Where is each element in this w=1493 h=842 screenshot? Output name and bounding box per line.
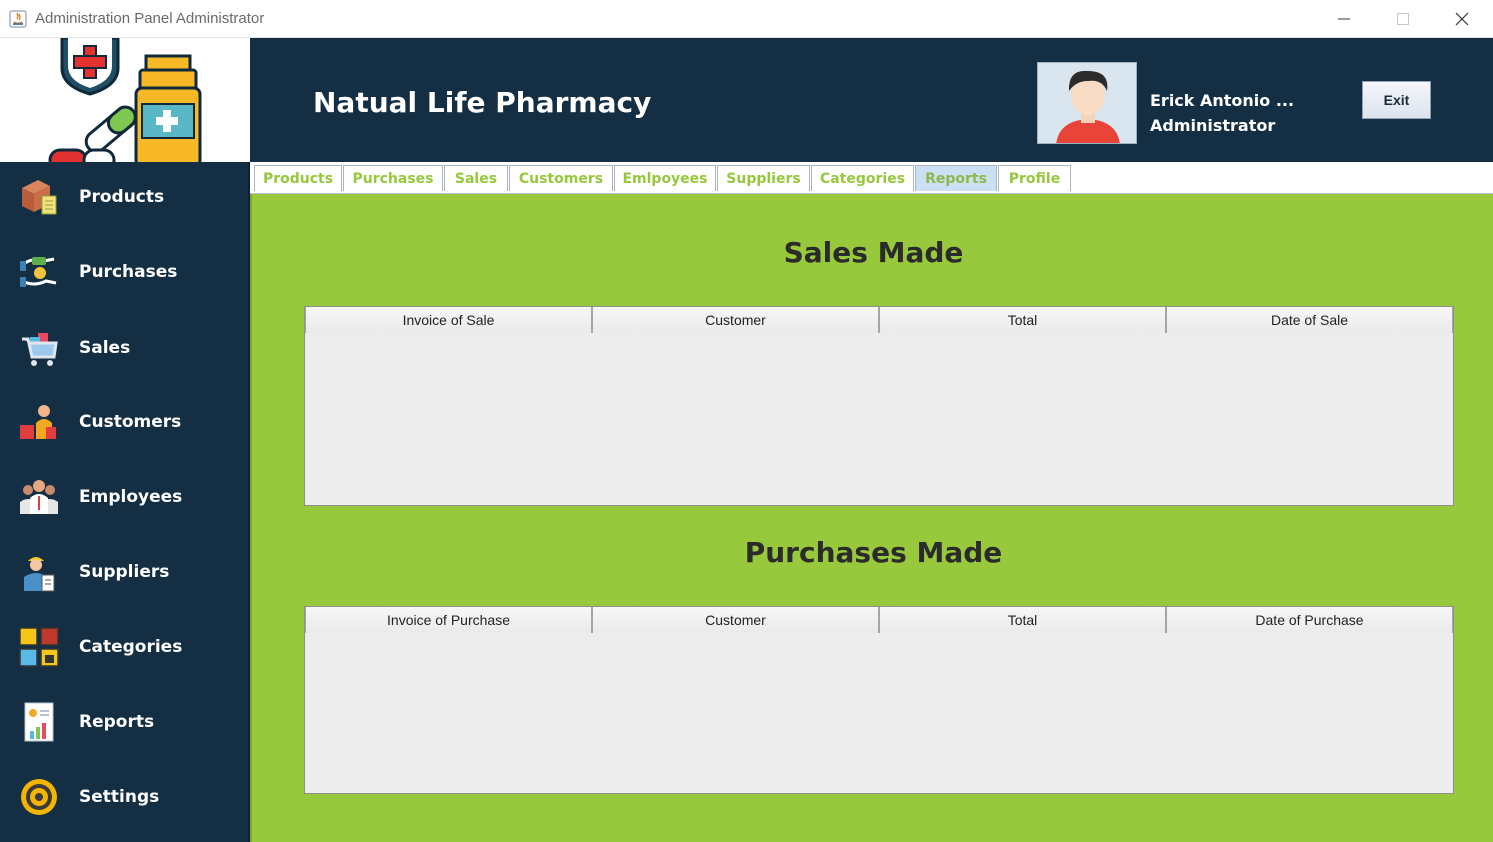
- shopping-cart-icon: [18, 327, 60, 369]
- sidebar-item-sales[interactable]: Sales: [0, 310, 250, 385]
- tab-sales[interactable]: Sales: [444, 165, 508, 191]
- close-icon[interactable]: [1433, 0, 1491, 38]
- categories-icon: [18, 626, 60, 668]
- tab-bar: Products Purchases Sales Customers Emlpo…: [250, 162, 1493, 194]
- sidebar-item-label: Settings: [79, 786, 160, 807]
- sidebar-item-reports[interactable]: Reports: [0, 684, 250, 759]
- tab-categories[interactable]: Categories: [811, 165, 914, 191]
- purchases-table-body[interactable]: [305, 633, 1453, 793]
- app-header: Natual Life Pharmacy Erick Antonio ... A…: [250, 38, 1493, 162]
- gear-icon: [18, 776, 60, 818]
- sales-section-title: Sales Made: [783, 236, 964, 269]
- column-header[interactable]: Total: [879, 607, 1166, 633]
- column-header[interactable]: Date of Sale: [1166, 307, 1453, 333]
- purchases-section-title: Purchases Made: [744, 536, 1003, 569]
- maximize-icon[interactable]: [1374, 0, 1432, 38]
- sales-table[interactable]: Invoice of Sale Customer Total Date of S…: [304, 306, 1454, 506]
- column-header[interactable]: Total: [879, 307, 1166, 333]
- user-name: Erick Antonio ...: [1150, 91, 1295, 110]
- avatar: [1037, 62, 1137, 144]
- brand-title: Natual Life Pharmacy: [313, 86, 652, 119]
- column-header[interactable]: Invoice of Sale: [305, 307, 592, 333]
- sidebar-item-label: Categories: [79, 636, 183, 657]
- exit-button[interactable]: Exit: [1362, 81, 1431, 119]
- sidebar-item-label: Employees: [79, 486, 183, 507]
- reports-panel: Sales Made Invoice of Sale Customer Tota…: [250, 194, 1493, 842]
- tab-suppliers[interactable]: Suppliers: [717, 165, 810, 191]
- sales-table-body[interactable]: [305, 333, 1453, 505]
- column-header[interactable]: Customer: [592, 307, 879, 333]
- sidebar-item-label: Customers: [79, 411, 182, 432]
- tab-customers[interactable]: Customers: [509, 165, 613, 191]
- sidebar-item-purchases[interactable]: Purchases: [0, 234, 250, 309]
- handshake-money-icon: [18, 251, 60, 293]
- sidebar: Products Purchases Sales Customers Emplo…: [0, 38, 250, 842]
- column-header[interactable]: Customer: [592, 607, 879, 633]
- pharmacy-logo: [0, 38, 250, 162]
- sidebar-item-label: Suppliers: [79, 561, 170, 582]
- customers-icon: [18, 401, 60, 443]
- tab-products[interactable]: Products: [254, 165, 342, 191]
- boxes-icon: [18, 176, 60, 218]
- sidebar-item-employees[interactable]: Employees: [0, 459, 250, 534]
- purchases-table-header: Invoice of Purchase Customer Total Date …: [305, 607, 1453, 633]
- window-title: Administration Panel Administrator: [35, 10, 265, 27]
- minimize-icon[interactable]: [1315, 0, 1373, 38]
- sidebar-item-products[interactable]: Products: [0, 159, 250, 234]
- sidebar-item-label: Products: [79, 186, 165, 207]
- column-header[interactable]: Date of Purchase: [1166, 607, 1453, 633]
- java-app-icon: [9, 10, 27, 28]
- column-header[interactable]: Invoice of Purchase: [305, 607, 592, 633]
- tab-reports[interactable]: Reports: [915, 165, 997, 191]
- purchases-table[interactable]: Invoice of Purchase Customer Total Date …: [304, 606, 1454, 794]
- tab-purchases[interactable]: Purchases: [343, 165, 443, 191]
- tab-employees[interactable]: Emlpoyees: [614, 165, 716, 191]
- tab-profile[interactable]: Profile: [998, 165, 1071, 191]
- window-titlebar: Administration Panel Administrator: [0, 0, 1493, 38]
- report-icon: [18, 701, 60, 743]
- sidebar-item-customers[interactable]: Customers: [0, 384, 250, 459]
- employees-icon: [18, 476, 60, 518]
- sidebar-item-label: Sales: [79, 337, 131, 358]
- sidebar-item-label: Reports: [79, 711, 155, 732]
- sidebar-item-settings[interactable]: Settings: [0, 759, 250, 834]
- sales-table-header: Invoice of Sale Customer Total Date of S…: [305, 307, 1453, 333]
- user-role: Administrator: [1150, 116, 1276, 135]
- supplier-icon: [18, 551, 60, 593]
- sidebar-item-suppliers[interactable]: Suppliers: [0, 534, 250, 609]
- sidebar-item-categories[interactable]: Categories: [0, 609, 250, 684]
- sidebar-item-label: Purchases: [79, 261, 178, 282]
